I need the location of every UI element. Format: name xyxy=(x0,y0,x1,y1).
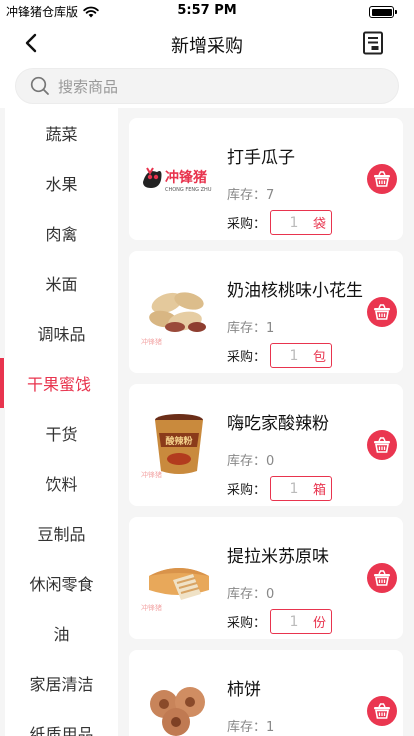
stock-label: 库存： xyxy=(227,321,267,336)
noodle-cup-image: 酸辣粉 xyxy=(155,414,203,474)
quantity-value: 1 xyxy=(289,347,299,364)
quantity-value: 1 xyxy=(289,613,299,630)
quantity-value: 1 xyxy=(289,480,299,497)
product-image xyxy=(139,670,219,736)
stock-line: 库存：7 xyxy=(227,184,274,203)
content-area: 蔬菜 水果 肉禽 米面 调味品 干果蜜饯 干货 饮料 豆制品 休闲零食油家居清洁 纸质用品 冲锋猪 C… xyxy=(0,108,414,736)
purchase-label: 采购： xyxy=(227,616,267,631)
sidebar-item[interactable]: 水果 xyxy=(5,158,118,208)
persimmon-image xyxy=(150,687,205,736)
purchase-line: 采购： 1 份 xyxy=(227,609,333,634)
sidebar-item[interactable]: 米面 xyxy=(5,258,118,308)
purchase-label: 采购： xyxy=(227,483,267,498)
stock-value: 1 xyxy=(266,321,275,336)
search-icon xyxy=(30,76,49,95)
cake-image xyxy=(149,568,209,600)
stock-value: 7 xyxy=(266,188,275,203)
sidebar-item[interactable]: 油 xyxy=(5,608,118,658)
trash-basket-icon xyxy=(374,437,390,453)
quantity-input[interactable]: 1箱 xyxy=(270,476,333,501)
product-name: 打手瓜子 xyxy=(227,148,295,168)
stock-line: 库存：0 xyxy=(227,583,274,602)
category-sidebar: 蔬菜 水果 肉禽 米面 调味品 干果蜜饯 干货 饮料 豆制品 休闲零食油家居清洁 纸质用品 xyxy=(0,108,118,736)
product-image: 冲锋猪 xyxy=(139,537,219,617)
stock-value: 1 xyxy=(266,720,275,735)
image-watermark: 冲锋猪 xyxy=(141,338,162,346)
trash-basket-icon xyxy=(374,171,390,187)
sidebar-item[interactable]: 蔬菜 xyxy=(5,108,118,158)
quantity-unit: 包 xyxy=(313,350,327,365)
purchase-line: 采购： 1 包 xyxy=(227,343,333,368)
sidebar-item[interactable]: 调味品 xyxy=(5,308,118,358)
image-watermark: 冲锋猪 xyxy=(141,471,162,479)
product-card: 冲锋猪 提拉米苏原味 库存：0 采购： 1 份 xyxy=(129,517,403,639)
sidebar-item[interactable]: 豆制品 xyxy=(5,508,118,558)
product-image: 冲锋猪 CHONG FENG ZHU xyxy=(139,138,219,218)
product-card: 冲锋猪 奶油核桃味小花生 库存：1 采购： 1 包 xyxy=(129,251,403,373)
product-card: 柿饼库存：1采购：1 xyxy=(129,650,403,736)
logo-text: 冲锋猪 xyxy=(165,169,207,186)
stock-line: 库存：1 xyxy=(227,716,274,735)
sidebar-item[interactable]: 饮料 xyxy=(5,458,118,508)
purchase-label: 采购： xyxy=(227,217,267,232)
quantity-unit: 箱 xyxy=(313,483,327,498)
trash-basket-icon xyxy=(374,570,390,586)
purchase-line: 采购： 1 箱 xyxy=(227,476,333,501)
delete-button[interactable] xyxy=(367,696,397,726)
purchase-label: 采购： xyxy=(227,350,267,365)
brand-logo-image: 冲锋猪CHONG FENG ZHU xyxy=(143,167,212,193)
quantity-input[interactable]: 1份 xyxy=(270,609,333,634)
product-name: 柿饼 xyxy=(227,680,261,700)
product-name: 嗨吃家酸辣粉 xyxy=(227,414,329,434)
document-button[interactable] xyxy=(362,31,384,55)
battery-icon xyxy=(369,6,397,18)
search-placeholder: 搜索商品 xyxy=(58,77,119,96)
status-time: 5:57 PM xyxy=(177,3,237,18)
product-image: 冲锋猪 xyxy=(139,271,219,351)
product-list: 冲锋猪 CHONG FENG ZHU 打手瓜子 库存：7 采购： 1 袋冲锋猪 奶油核桃味小花… xyxy=(118,108,414,736)
quantity-unit: 份 xyxy=(313,616,327,631)
nav-bar: 新增采购 xyxy=(0,22,414,64)
quantity-input[interactable]: 1包 xyxy=(270,343,333,368)
stock-label: 库存： xyxy=(227,454,267,469)
stock-label: 库存： xyxy=(227,188,267,203)
product-name: 奶油核桃味小花生 xyxy=(227,281,363,301)
delete-button[interactable] xyxy=(367,164,397,194)
sidebar-item[interactable]: 干果蜜饯 xyxy=(0,358,118,408)
sidebar-item[interactable]: 干货 xyxy=(5,408,118,458)
trash-basket-icon xyxy=(374,304,390,320)
trash-basket-icon xyxy=(374,703,390,719)
peanuts-image xyxy=(149,292,206,332)
stock-value: 0 xyxy=(266,454,275,469)
stock-line: 库存：1 xyxy=(227,317,274,336)
search-input[interactable]: 搜索商品 xyxy=(15,68,399,104)
page-title: 新增采购 xyxy=(171,36,243,57)
image-watermark: 冲锋猪 xyxy=(141,604,162,612)
sidebar-item[interactable]: 肉禽 xyxy=(5,208,118,258)
stock-line: 库存：0 xyxy=(227,450,274,469)
status-bar: 冲锋猪仓库版 5:57 PM xyxy=(0,0,414,22)
product-image: 酸辣粉冲锋猪 xyxy=(139,404,219,484)
document-icon xyxy=(363,31,383,55)
logo-subtext: CHONG FENG ZHU xyxy=(165,187,212,193)
stock-label: 库存： xyxy=(227,587,267,602)
product-card: 酸辣粉 冲锋猪 嗨吃家酸辣粉 库存：0 采购： 1 箱 xyxy=(129,384,403,506)
sidebar-item[interactable]: 家居清洁 xyxy=(5,658,118,708)
stock-label: 库存： xyxy=(227,720,267,735)
cup-label: 酸辣粉 xyxy=(165,435,192,447)
delete-button[interactable] xyxy=(367,297,397,327)
delete-button[interactable] xyxy=(367,430,397,460)
quantity-input[interactable]: 1袋 xyxy=(270,210,333,235)
sidebar-item[interactable]: 纸质用品 xyxy=(5,708,118,736)
product-name: 提拉米苏原味 xyxy=(227,547,329,567)
sidebar-item[interactable]: 休闲零食 xyxy=(5,558,118,608)
purchase-line: 采购： 1 袋 xyxy=(227,210,333,235)
delete-button[interactable] xyxy=(367,563,397,593)
stock-value: 0 xyxy=(266,587,275,602)
product-card: 冲锋猪 CHONG FENG ZHU 打手瓜子 库存：7 采购： 1 袋 xyxy=(129,118,403,240)
quantity-unit: 袋 xyxy=(313,217,327,232)
quantity-value: 1 xyxy=(289,214,299,231)
